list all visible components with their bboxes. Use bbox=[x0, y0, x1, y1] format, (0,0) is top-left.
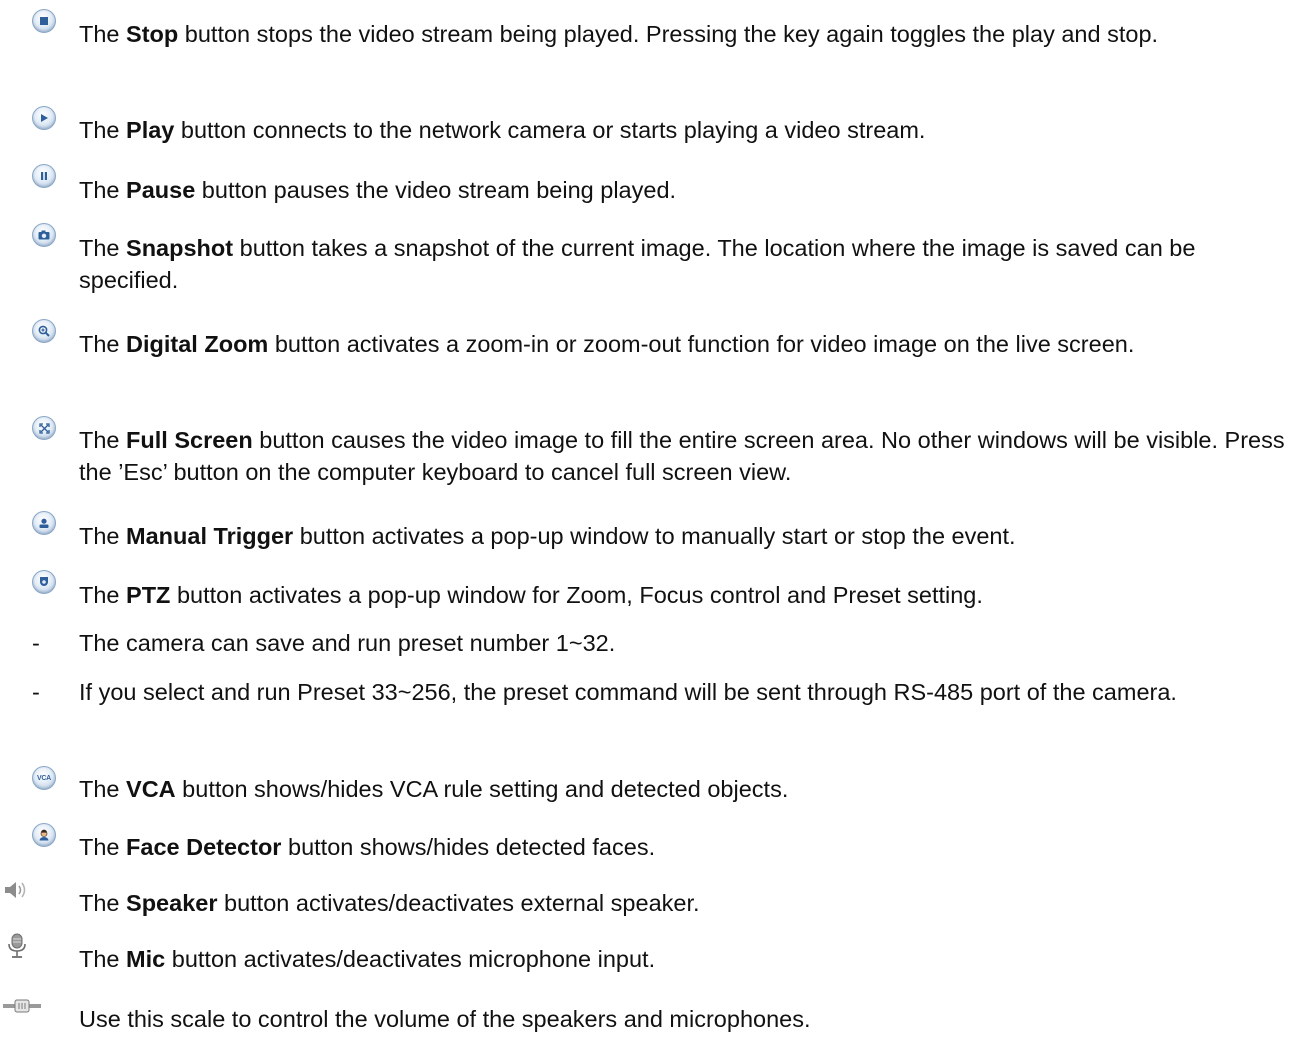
term-face-detector: Face Detector bbox=[126, 834, 282, 860]
term-speaker: Speaker bbox=[126, 890, 218, 916]
term-manual-trigger: Manual Trigger bbox=[126, 523, 294, 549]
term-pause: Pause bbox=[126, 177, 196, 203]
vca-icon: VCA bbox=[32, 766, 56, 790]
fullscreen-icon bbox=[32, 416, 56, 440]
term-play: Play bbox=[126, 117, 175, 143]
term-ptz: PTZ bbox=[126, 582, 171, 608]
manual-trigger-icon bbox=[32, 511, 56, 535]
bullet-dash: - bbox=[32, 630, 40, 656]
bullet-dash: - bbox=[32, 679, 40, 705]
term-full-screen: Full Screen bbox=[126, 427, 253, 453]
term-mic: Mic bbox=[126, 946, 166, 972]
ptz-icon bbox=[32, 570, 56, 594]
term-digital-zoom: Digital Zoom bbox=[126, 331, 269, 357]
zoom-icon bbox=[32, 319, 56, 343]
term-snapshot: Snapshot bbox=[126, 235, 234, 261]
pause-icon bbox=[32, 164, 56, 188]
snapshot-icon bbox=[32, 223, 56, 247]
term-stop: Stop bbox=[126, 21, 179, 47]
term-vca: VCA bbox=[126, 776, 176, 802]
mic-icon bbox=[2, 933, 32, 958]
speaker-icon bbox=[2, 878, 32, 902]
volume-scale-icon bbox=[2, 994, 42, 1018]
stop-icon bbox=[32, 9, 56, 33]
play-icon bbox=[32, 106, 56, 130]
face-detector-icon bbox=[32, 823, 56, 847]
